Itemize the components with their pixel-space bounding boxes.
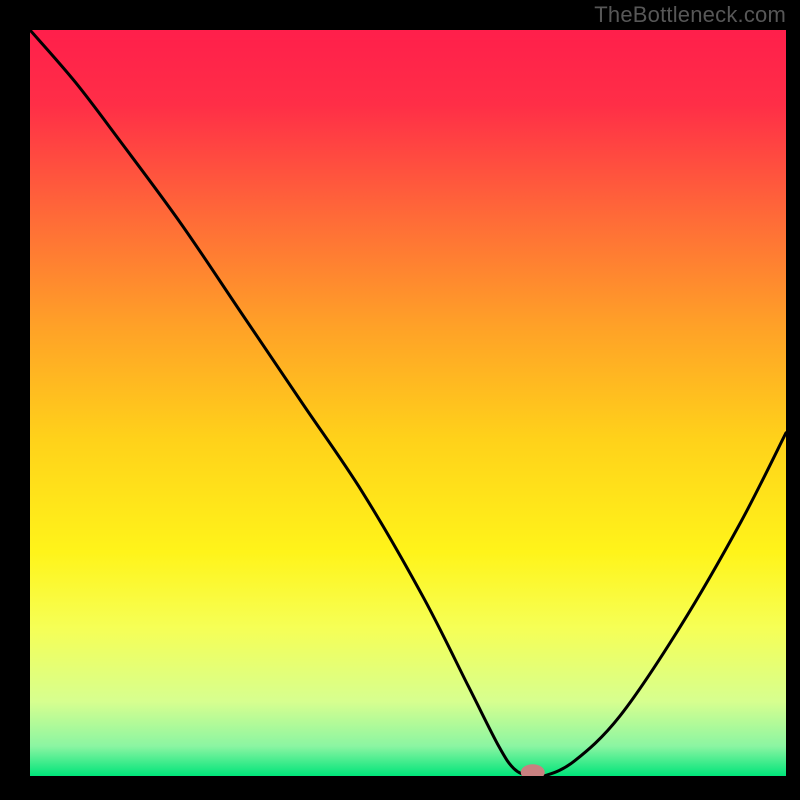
chart-frame: { "watermark": "TheBottleneck.com", "cha… [0, 0, 800, 800]
gradient-background [30, 30, 786, 776]
optimal-marker [521, 764, 545, 780]
bottleneck-chart [0, 0, 800, 800]
watermark-text: TheBottleneck.com [594, 2, 786, 28]
